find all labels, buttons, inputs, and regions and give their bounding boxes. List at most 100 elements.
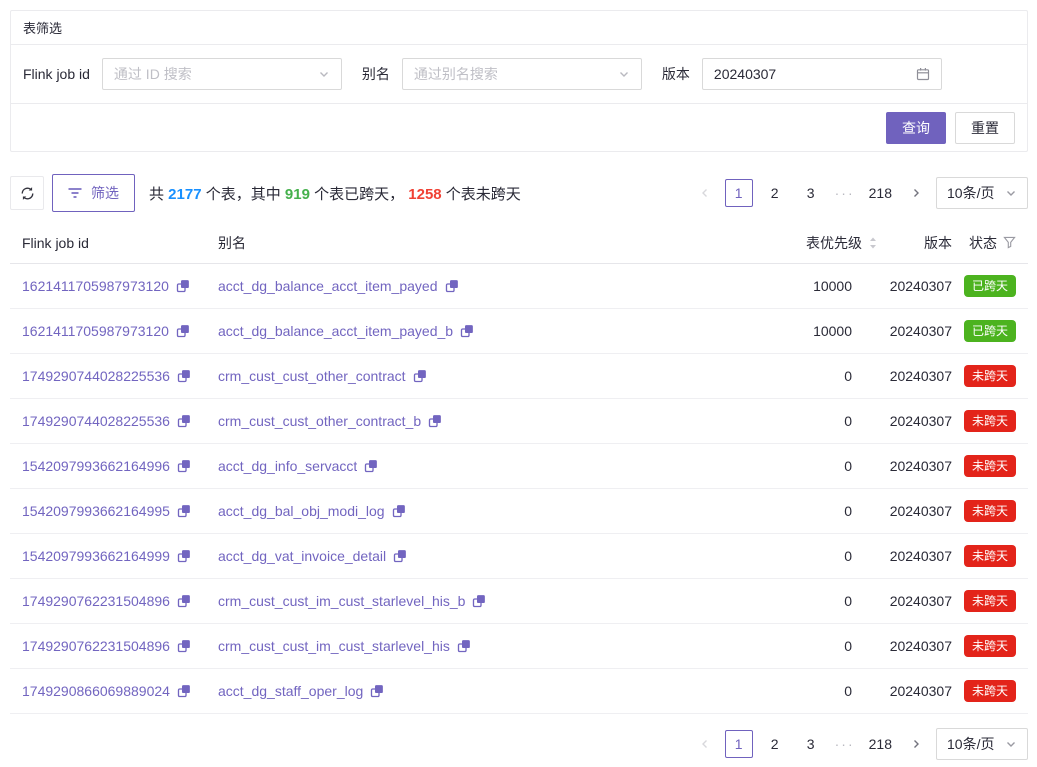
flink-job-id-link[interactable]: 1542097993662164995 xyxy=(22,503,170,519)
copy-icon[interactable] xyxy=(445,279,459,293)
summary-count-red: 1258 xyxy=(408,186,441,203)
page-button-3[interactable]: 3 xyxy=(797,730,825,758)
page-button-1[interactable]: 1 xyxy=(725,179,753,207)
page-size-select-bottom[interactable]: 10条/页 xyxy=(936,728,1028,760)
page-size-value: 10条/页 xyxy=(947,734,994,754)
col-status[interactable]: 状态 xyxy=(952,233,1016,253)
col-priority[interactable]: 表优先级 xyxy=(738,233,878,253)
copy-icon[interactable] xyxy=(392,504,406,518)
copy-icon[interactable] xyxy=(457,639,471,653)
prev-page-button[interactable] xyxy=(693,179,717,207)
version-cell: 20240307 xyxy=(878,593,952,609)
copy-icon[interactable] xyxy=(472,594,486,608)
filter-button-label: 筛选 xyxy=(91,183,119,203)
page-button-2[interactable]: 2 xyxy=(761,179,789,207)
page-button-3[interactable]: 3 xyxy=(797,179,825,207)
version-cell: 20240307 xyxy=(878,278,952,294)
filter-button[interactable]: 筛选 xyxy=(52,174,135,212)
flink-job-id-link[interactable]: 1621411705987973120 xyxy=(22,278,169,294)
next-page-button[interactable] xyxy=(904,179,928,207)
search-button[interactable]: 查询 xyxy=(886,112,946,144)
alias-link[interactable]: acct_dg_balance_acct_item_payed_b xyxy=(218,323,453,339)
table-row: 1749290744028225536 crm_cust_cust_other_c… xyxy=(10,354,1028,399)
flink-job-id-select[interactable]: 通过 ID 搜索 xyxy=(102,58,342,90)
page-size-select[interactable]: 10条/页 xyxy=(936,177,1028,209)
page-size-value: 10条/页 xyxy=(947,183,994,203)
flink-job-id-link[interactable]: 1542097993662164999 xyxy=(22,548,170,564)
sort-icon[interactable] xyxy=(868,236,878,250)
copy-icon[interactable] xyxy=(177,594,191,608)
copy-icon[interactable] xyxy=(460,324,474,338)
summary-segment: 个表未跨天 xyxy=(442,186,521,203)
refresh-button[interactable] xyxy=(10,176,44,210)
priority-cell: 0 xyxy=(738,413,878,429)
page-ellipsis[interactable]: ··· xyxy=(833,185,857,201)
flink-job-id-link[interactable]: 1542097993662164996 xyxy=(22,458,170,474)
table-row: 1542097993662164996 acct_dg_info_servacct… xyxy=(10,444,1028,489)
priority-cell: 0 xyxy=(738,683,878,699)
alias-link[interactable]: acct_dg_balance_acct_item_payed xyxy=(218,278,438,294)
version-cell: 20240307 xyxy=(878,548,952,564)
page-button-218[interactable]: 218 xyxy=(865,179,896,207)
prev-page-button[interactable] xyxy=(693,730,717,758)
chevron-right-icon xyxy=(910,738,922,750)
flink-job-id-link[interactable]: 1749290762231504896 xyxy=(22,638,170,654)
priority-cell: 0 xyxy=(738,548,878,564)
table-row: 1621411705987973120 acct_dg_balance_acct_… xyxy=(10,309,1028,354)
table: Flink job id 别名 表优先级 版本 状态 16 xyxy=(10,222,1028,714)
copy-icon[interactable] xyxy=(428,414,442,428)
status-badge: 未跨天 xyxy=(964,455,1016,477)
reset-button[interactable]: 重置 xyxy=(955,112,1015,144)
flink-job-id-link[interactable]: 1749290762231504896 xyxy=(22,593,170,609)
copy-icon[interactable] xyxy=(413,369,427,383)
alias-link[interactable]: acct_dg_info_servacct xyxy=(218,458,357,474)
table-header: Flink job id 别名 表优先级 版本 状态 xyxy=(10,222,1028,264)
copy-icon[interactable] xyxy=(393,549,407,563)
bottom-bar: 123 ··· 218 10条/页 xyxy=(10,728,1028,760)
alias-link[interactable]: crm_cust_cust_other_contract xyxy=(218,368,406,384)
flink-job-id-link[interactable]: 1621411705987973120 xyxy=(22,323,169,339)
copy-icon[interactable] xyxy=(364,459,378,473)
flink-job-id-link[interactable]: 1749290744028225536 xyxy=(22,368,170,384)
alias-link[interactable]: crm_cust_cust_im_cust_starlevel_his xyxy=(218,638,450,654)
version-cell: 20240307 xyxy=(878,368,952,384)
alias-link[interactable]: acct_dg_staff_oper_log xyxy=(218,683,363,699)
funnel-icon[interactable] xyxy=(1003,236,1016,249)
summary-count-green: 919 xyxy=(285,186,310,203)
version-cell: 20240307 xyxy=(878,503,952,519)
refresh-icon xyxy=(20,186,35,201)
version-date-input[interactable]: 20240307 xyxy=(702,58,942,90)
filter-form: Flink job id 通过 ID 搜索 别名 通过别名搜索 版本 20240… xyxy=(11,45,1027,104)
flink-job-id-link[interactable]: 1749290744028225536 xyxy=(22,413,170,429)
page-ellipsis[interactable]: ··· xyxy=(833,736,857,752)
page-button-218[interactable]: 218 xyxy=(865,730,896,758)
next-page-button[interactable] xyxy=(904,730,928,758)
copy-icon[interactable] xyxy=(177,684,191,698)
col-flink-job-id: Flink job id xyxy=(22,235,218,251)
alias-select[interactable]: 通过别名搜索 xyxy=(402,58,642,90)
alias-link[interactable]: acct_dg_vat_invoice_detail xyxy=(218,548,386,564)
page-button-1[interactable]: 1 xyxy=(725,730,753,758)
copy-icon[interactable] xyxy=(177,639,191,653)
copy-icon[interactable] xyxy=(177,369,191,383)
table-row: 1542097993662164995 acct_dg_bal_obj_modi_… xyxy=(10,489,1028,534)
priority-cell: 0 xyxy=(738,503,878,519)
copy-icon[interactable] xyxy=(177,414,191,428)
alias-link[interactable]: crm_cust_cust_im_cust_starlevel_his_b xyxy=(218,593,465,609)
flink-job-id-link[interactable]: 1749290866069889024 xyxy=(22,683,170,699)
copy-icon[interactable] xyxy=(177,549,191,563)
copy-icon[interactable] xyxy=(370,684,384,698)
table-row: 1542097993662164999 acct_dg_vat_invoice_d… xyxy=(10,534,1028,579)
chevron-left-icon xyxy=(699,187,711,199)
alias-link[interactable]: crm_cust_cust_other_contract_b xyxy=(218,413,421,429)
copy-icon[interactable] xyxy=(177,459,191,473)
copy-icon[interactable] xyxy=(176,324,190,338)
page-button-2[interactable]: 2 xyxy=(761,730,789,758)
priority-cell: 0 xyxy=(738,368,878,384)
copy-icon[interactable] xyxy=(176,279,190,293)
filter-card: 表筛选 Flink job id 通过 ID 搜索 别名 通过别名搜索 版本 2… xyxy=(10,10,1028,152)
priority-cell: 0 xyxy=(738,458,878,474)
chevron-down-icon xyxy=(318,68,330,80)
alias-link[interactable]: acct_dg_bal_obj_modi_log xyxy=(218,503,385,519)
copy-icon[interactable] xyxy=(177,504,191,518)
